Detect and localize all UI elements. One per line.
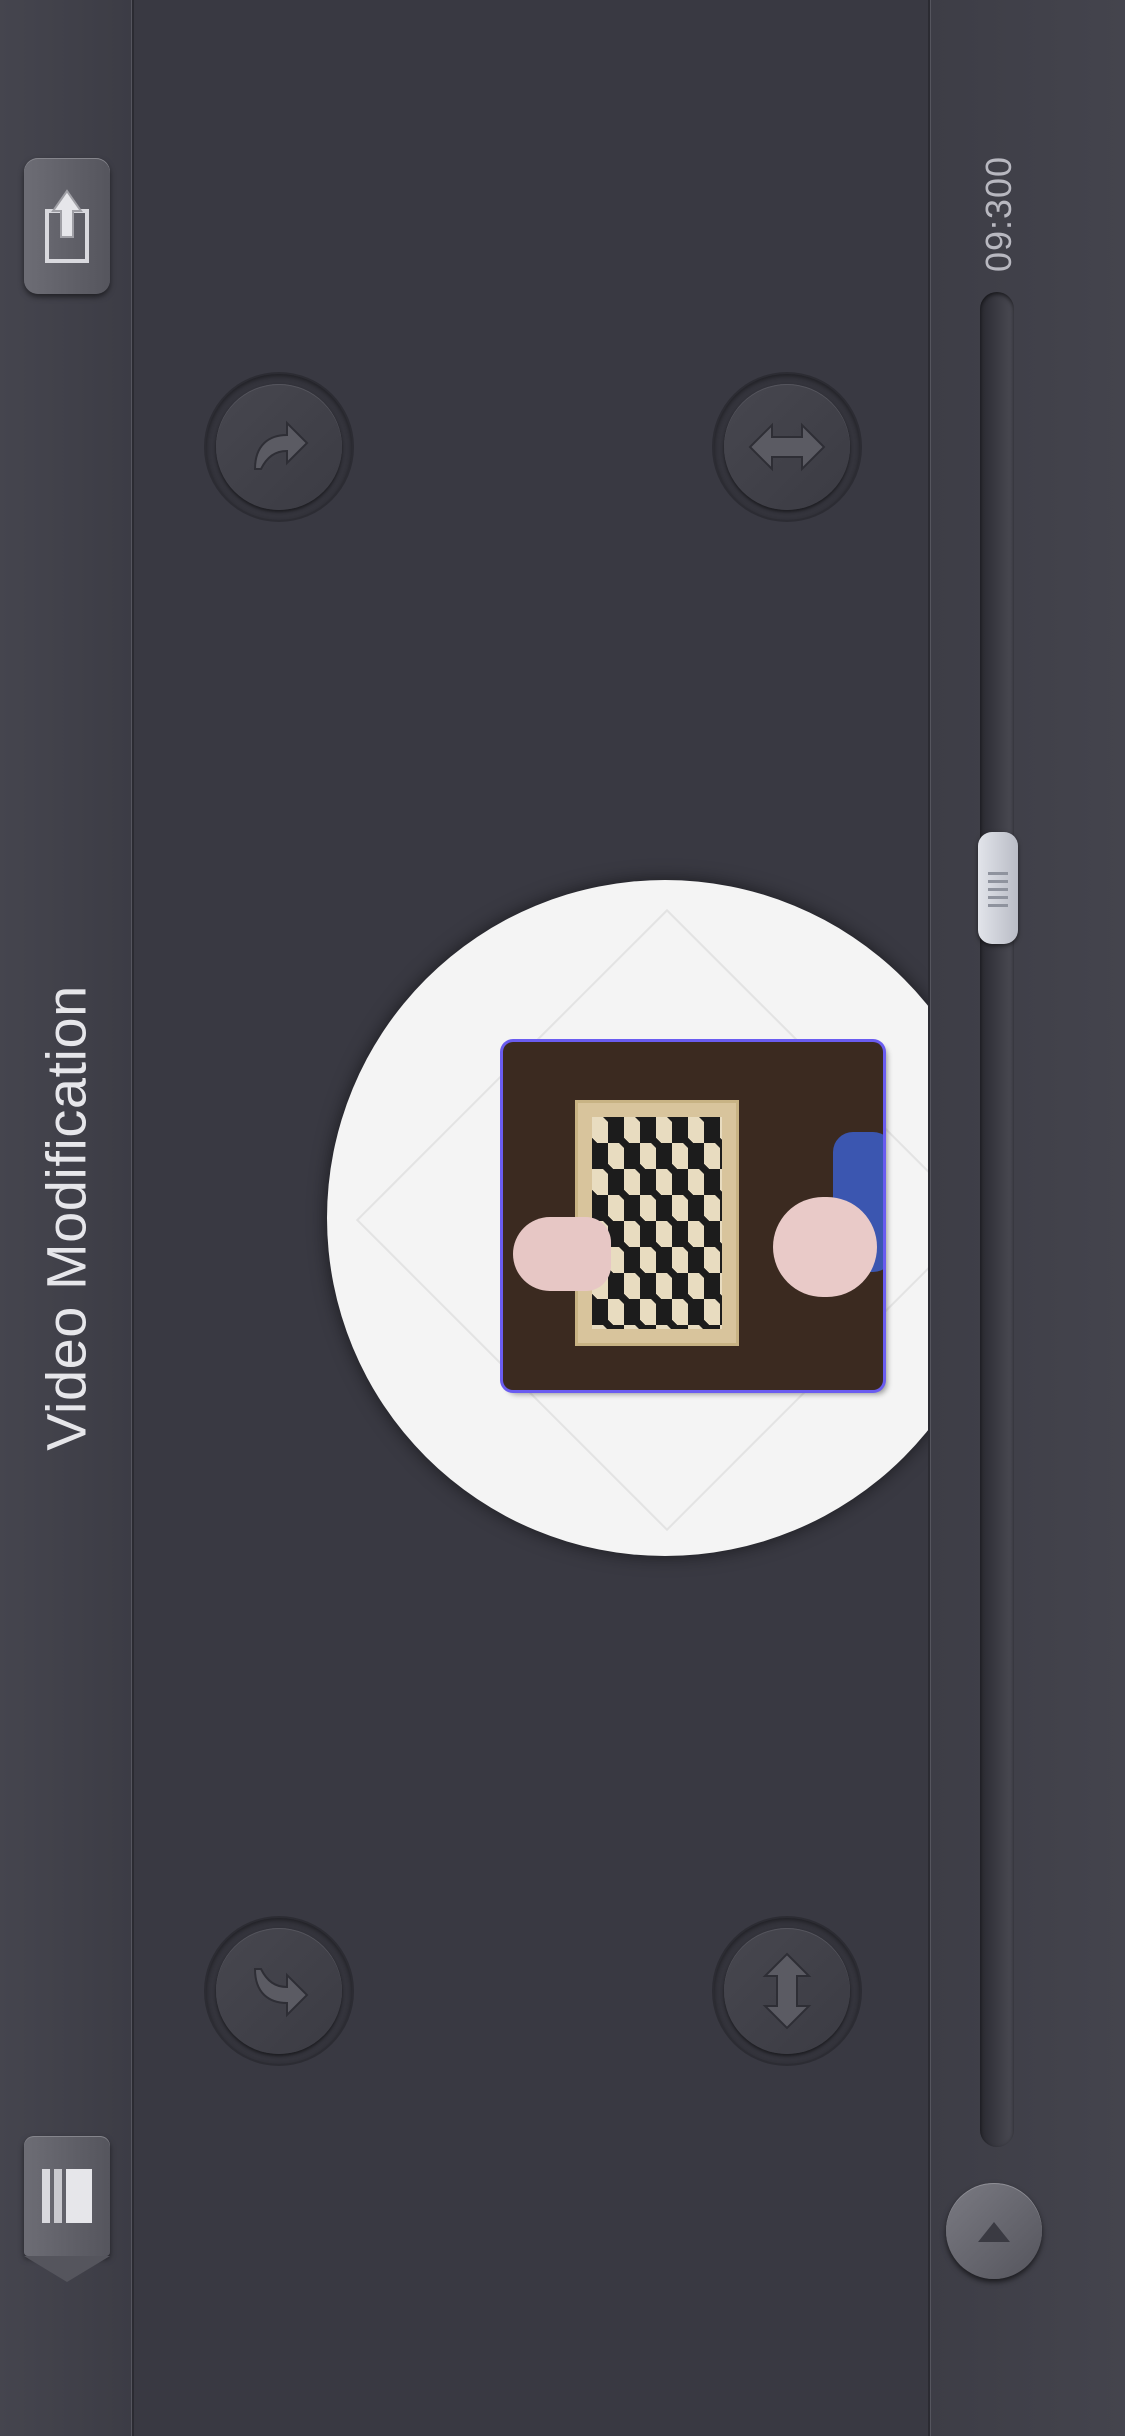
play-button[interactable] <box>946 2183 1042 2279</box>
rotate-left-icon <box>253 1968 309 2018</box>
rotate-left-button[interactable] <box>206 1918 352 2064</box>
library-icon <box>42 2169 92 2223</box>
timeline-scrubber[interactable] <box>978 832 1018 945</box>
time-label: 09:300 <box>978 155 1019 273</box>
export-icon <box>45 189 89 263</box>
library-button[interactable] <box>24 2136 110 2282</box>
video-thumbnail <box>503 1042 883 1390</box>
page-title: Video Modification <box>34 985 98 1451</box>
play-icon <box>978 2222 1010 2242</box>
flip-horizontal-icon <box>748 422 826 472</box>
timeline-bar <box>928 0 1125 2436</box>
export-button[interactable] <box>24 158 110 294</box>
left-toolbar: Video Modification <box>0 0 134 2436</box>
rotate-right-icon <box>253 420 309 470</box>
video-preview[interactable] <box>327 880 1003 1556</box>
timeline-track[interactable] <box>980 292 1014 2147</box>
rotate-right-button[interactable] <box>206 374 352 520</box>
flip-vertical-icon <box>762 1952 812 2030</box>
flip-vertical-button[interactable] <box>714 1918 860 2064</box>
editor-area <box>134 0 1003 2436</box>
flip-horizontal-button[interactable] <box>714 374 860 520</box>
